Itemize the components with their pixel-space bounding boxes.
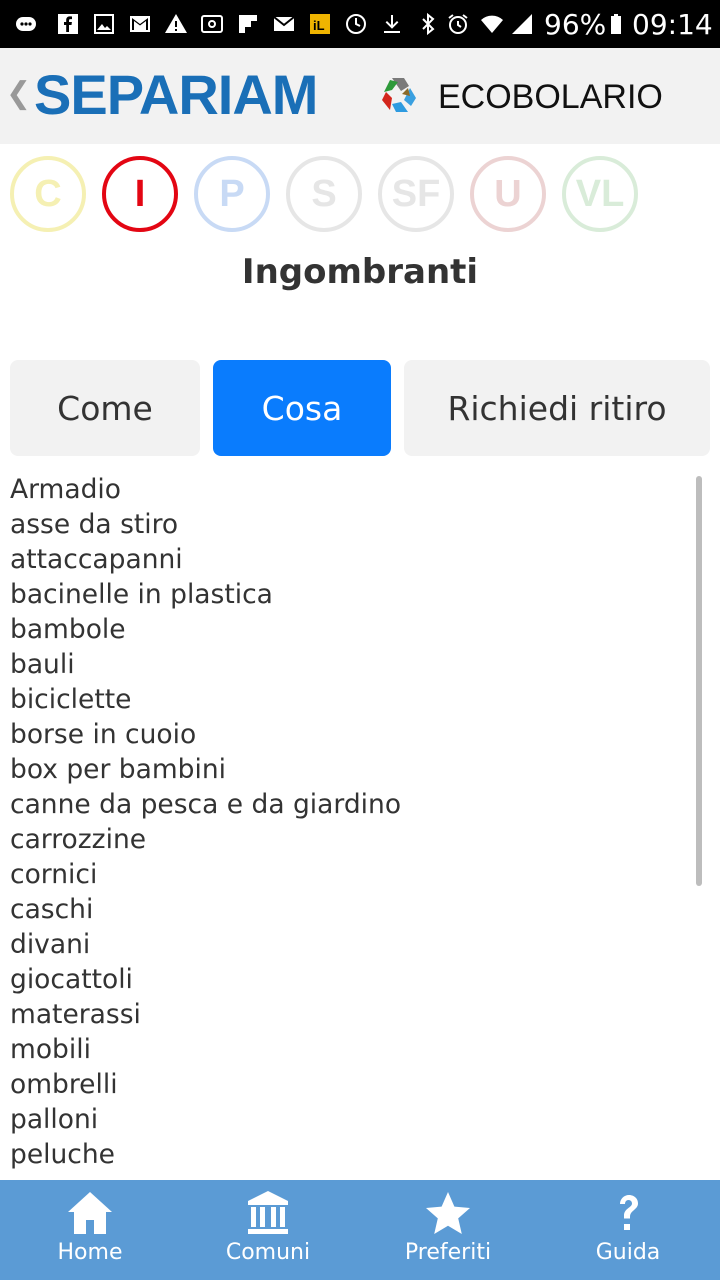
wifi-icon [480,12,504,36]
bottom-navigation: Home Comuni Preferiti Guida [0,1180,720,1280]
category-vl-button[interactable]: VL [562,156,638,232]
section-title: Ingombranti [241,252,479,292]
category-c-label: C [34,172,62,215]
category-s-button[interactable]: S [286,156,362,232]
list-item: canne da pesca e da giardino [10,789,402,820]
list-item: bauli [10,649,75,680]
nav-home-label: Home [57,1240,123,1265]
question-icon [538,1188,718,1238]
category-i-button[interactable]: I [102,156,178,232]
battery-icon [604,12,628,36]
tab-cosa-label: Cosa [261,388,343,428]
list-item: materassi [10,999,141,1030]
category-u-button[interactable]: U [470,156,546,232]
app-il-icon: iL [308,12,332,36]
category-s-label: S [311,172,337,215]
svg-text:iL: iL [313,18,325,33]
warning-icon [164,12,188,36]
list-item: borse in cuoio [10,719,197,750]
list-item: ombrelli [10,1069,118,1100]
list-item: biciclette [10,684,132,715]
list-item: bambole [10,614,126,645]
nav-guida-button[interactable]: Guida [538,1180,718,1280]
nav-preferiti-label: Preferiti [404,1240,492,1265]
flipboard-icon [236,12,260,36]
chat-icon [14,12,38,36]
category-u-label: U [494,172,522,215]
tab-come-label: Come [57,388,153,428]
signal-icon [510,12,534,36]
download-icon [380,12,404,36]
list-item: giocattoli [10,964,133,995]
category-sf-button[interactable]: SF [378,156,454,232]
alarm-icon [446,12,470,36]
category-sf-label: SF [391,172,441,215]
facebook-icon [56,12,80,36]
items-list[interactable]: Armadio asse da stiro attaccapanni bacin… [10,472,690,1180]
list-item: attaccapanni [10,544,183,575]
battery-percent: 96% [544,8,607,41]
list-item: bacinelle in plastica [10,579,273,610]
home-icon [0,1188,180,1238]
category-p-label: P [219,172,245,215]
list-item: carrozzine [10,824,147,855]
list-item: box per bambini [10,754,226,785]
recycle-logo-icon [374,72,422,120]
tab-come[interactable]: Come [10,360,200,456]
category-p-button[interactable]: P [194,156,270,232]
nav-guida-label: Guida [595,1240,661,1265]
sync-icon [344,12,368,36]
list-item: divani [10,929,91,960]
nav-comuni-button[interactable]: Comuni [178,1180,358,1280]
status-bar: iL 96% 09:14 [0,0,720,48]
list-item: Armadio [10,474,122,505]
nav-preferiti-button[interactable]: Preferiti [358,1180,538,1280]
category-vl-label: VL [575,172,625,215]
image-icon [92,12,116,36]
gmail-icon [128,12,152,36]
list-item: mobili [10,1034,91,1065]
town-hall-icon [178,1188,358,1238]
star-icon [358,1188,538,1238]
clock: 09:14 [632,8,713,41]
category-i-label: I [134,172,146,215]
list-scrollbar[interactable] [696,476,702,886]
list-item: peluche [10,1139,115,1170]
tab-richiedi-ritiro-label: Richiedi ritiro [447,388,667,428]
app-header: ❮ SEPARIAM ECOBOLARIO [0,48,720,144]
back-chevron-icon[interactable]: ❮ [6,76,31,111]
category-c-button[interactable]: C [10,156,86,232]
bluetooth-icon [416,12,440,36]
email-at-icon [200,12,224,36]
list-item: caschi [10,894,94,925]
nav-comuni-label: Comuni [225,1240,311,1265]
mail-icon [272,12,296,36]
list-item: asse da stiro [10,509,179,540]
logo-text: SEPARIAM [34,63,318,126]
header-title: ECOBOLARIO [438,78,663,116]
list-item: palloni [10,1104,99,1135]
tab-cosa[interactable]: Cosa [213,360,391,456]
tab-richiedi-ritiro[interactable]: Richiedi ritiro [404,360,710,456]
list-item: cornici [10,859,98,890]
nav-home-button[interactable]: Home [0,1180,180,1280]
